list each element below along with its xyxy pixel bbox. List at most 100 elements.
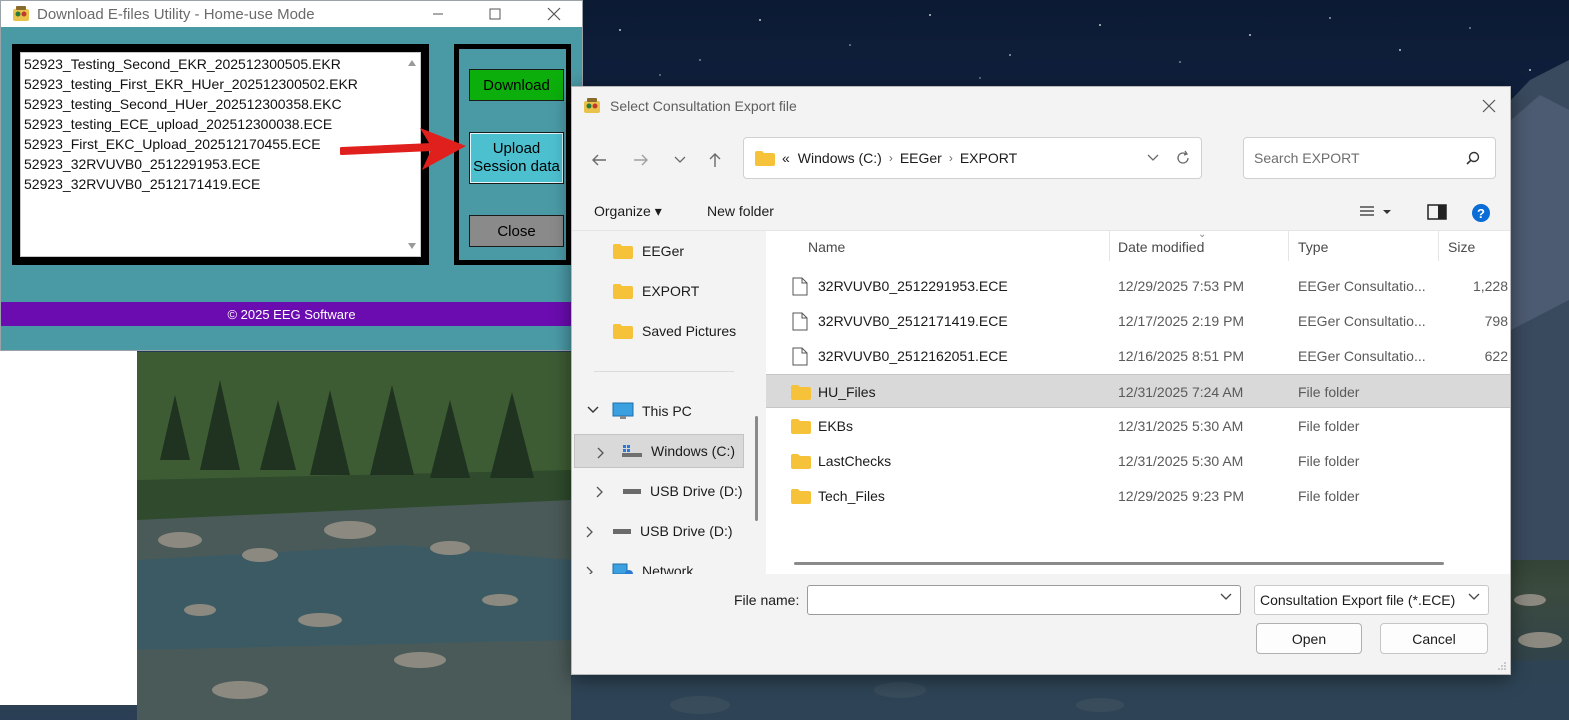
help-icon[interactable]: ? [1471, 203, 1491, 223]
forward-button[interactable] [628, 147, 654, 173]
chevron-right-icon[interactable] [586, 566, 594, 574]
chevron-down-icon[interactable] [1220, 593, 1232, 601]
table-row[interactable]: LastChecks 12/31/2025 5:30 AM File folde… [766, 444, 1510, 478]
maximize-button[interactable] [472, 1, 518, 27]
file-icon [792, 347, 808, 366]
list-item[interactable]: 52923_Testing_Second_EKR_202512300505.EK… [24, 56, 341, 76]
drive-icon [622, 445, 642, 457]
column-divider[interactable] [1288, 231, 1289, 261]
folder-icon [791, 489, 811, 504]
recent-locations-button[interactable] [667, 147, 693, 173]
upload-label-line1: Upload [492, 140, 541, 157]
resize-grip-icon[interactable] [1497, 661, 1507, 671]
download-button[interactable]: Download [469, 69, 564, 101]
nav-item-this-pc[interactable]: This PC [572, 394, 766, 428]
search-icon[interactable] [1465, 150, 1481, 166]
folder-icon [791, 454, 811, 469]
close-icon [547, 7, 561, 21]
list-item[interactable]: 52923_32RVUVB0_2512171419.ECE [24, 176, 260, 196]
chevron-right-icon[interactable] [586, 526, 594, 538]
nav-item-network[interactable]: Network [572, 554, 766, 574]
minimize-button[interactable] [415, 1, 461, 27]
file-date: 12/29/2025 9:23 PM [1118, 488, 1245, 504]
breadcrumb-export[interactable]: EXPORT [960, 150, 1017, 166]
organize-menu[interactable]: Organize ▾ [594, 203, 662, 220]
column-header-size[interactable]: Size [1448, 239, 1475, 255]
table-row[interactable]: 32RVUVB0_2512171419.ECE 12/17/2025 2:19 … [766, 304, 1510, 338]
close-window-button[interactable] [531, 1, 577, 27]
dialog-close-button[interactable] [1474, 91, 1504, 121]
upload-session-data-button[interactable]: Upload Session data [469, 132, 564, 184]
chevron-right-icon[interactable] [596, 486, 604, 498]
table-row[interactable]: 32RVUVB0_2512162051.ECE 12/16/2025 8:51 … [766, 339, 1510, 373]
dialog-title-bar[interactable]: Select Consultation Export file [572, 87, 1510, 125]
list-item[interactable]: 52923_testing_First_EKR_HUer_20251230050… [24, 76, 358, 96]
nav-item-usb-drive-d[interactable]: USB Drive (D:) [572, 514, 766, 548]
chevron-down-icon[interactable] [587, 406, 599, 414]
folder-icon [613, 323, 633, 339]
chevron-down-icon [674, 156, 686, 163]
nav-item-eeger[interactable]: EEGer [572, 234, 766, 268]
list-item[interactable]: 52923_testing_ECE_upload_202512300038.EC… [24, 116, 332, 136]
list-item[interactable]: 52923_First_EKC_Upload_202512170455.ECE [24, 136, 321, 156]
close-button[interactable]: Close [469, 215, 564, 247]
list-item[interactable]: 52923_32RVUVB0_2512291953.ECE [24, 156, 260, 176]
file-type-filter-select[interactable]: Consultation Export file (*.ECE) [1254, 585, 1489, 615]
svg-text:?: ? [1477, 206, 1485, 221]
nav-item-label: This PC [642, 403, 692, 419]
search-box[interactable] [1243, 137, 1496, 179]
cancel-button[interactable]: Cancel [1380, 623, 1488, 654]
chevron-right-icon[interactable] [597, 447, 605, 459]
refresh-icon[interactable] [1175, 150, 1191, 166]
column-header-name[interactable]: Name [808, 239, 845, 255]
table-row[interactable]: Tech_Files 12/29/2025 9:23 PM File folde… [766, 479, 1510, 513]
column-divider[interactable] [1109, 231, 1110, 261]
search-input[interactable] [1254, 150, 1454, 166]
folder-icon [613, 283, 633, 299]
scroll-up-icon[interactable] [407, 58, 417, 68]
column-header-type[interactable]: Type [1298, 239, 1328, 255]
breadcrumb-overflow[interactable]: « [782, 150, 790, 166]
chevron-down-icon[interactable] [1147, 154, 1159, 162]
table-row[interactable]: 32RVUVB0_2512291953.ECE 12/29/2025 7:53 … [766, 269, 1510, 303]
address-bar[interactable]: « Windows (C:) › EEGer › EXPORT [743, 137, 1202, 179]
nav-item-usb-drive-d[interactable]: USB Drive (D:) [572, 474, 766, 508]
column-header-date[interactable]: Date modified [1118, 239, 1204, 255]
list-item[interactable]: 52923_testing_Second_HUer_202512300358.E… [24, 96, 342, 116]
nav-item-label: EXPORT [642, 283, 700, 299]
breadcrumb-windows-c[interactable]: Windows (C:) [798, 150, 882, 166]
file-icon [792, 312, 808, 331]
nav-item-label: USB Drive (D:) [650, 483, 743, 499]
app-icon [584, 98, 600, 113]
breadcrumb-eeger[interactable]: EEGer [900, 150, 942, 166]
copyright-footer: © 2025 EEG Software [1, 302, 582, 326]
table-row-selected[interactable]: HU_Files 12/31/2025 7:24 AM File folder [766, 374, 1510, 408]
nav-item-label: Windows (C:) [651, 443, 736, 459]
preview-pane-icon[interactable] [1427, 203, 1447, 221]
folder-icon [791, 419, 811, 434]
scroll-down-icon[interactable] [407, 241, 417, 251]
dialog-title: Select Consultation Export file [610, 98, 797, 114]
open-button[interactable]: Open [1256, 623, 1362, 654]
file-name-label: File name: [734, 592, 800, 608]
table-row[interactable]: EKBs 12/31/2025 5:30 AM File folder [766, 409, 1510, 443]
nav-item-windows-c[interactable]: Windows (C:) [574, 434, 744, 468]
view-options-icon[interactable] [1359, 203, 1395, 221]
nav-item-saved-pictures[interactable]: Saved Pictures [572, 314, 766, 348]
file-size: 622 [1484, 348, 1508, 364]
back-button[interactable] [586, 147, 612, 173]
column-divider[interactable] [1438, 231, 1439, 261]
up-button[interactable] [702, 147, 728, 173]
nav-item-label: Saved Pictures [642, 323, 737, 339]
file-name-input[interactable] [814, 591, 1214, 607]
nav-pane-scrollbar[interactable] [755, 416, 758, 521]
nav-item-export[interactable]: EXPORT [572, 274, 766, 308]
file-type: File folder [1298, 453, 1360, 469]
file-name-combobox[interactable] [807, 585, 1241, 615]
new-folder-button[interactable]: New folder [707, 203, 774, 219]
file-type: EEGer Consultatio... [1298, 348, 1426, 364]
utility-title-bar[interactable]: Download E-files Utility - Home-use Mode [1, 1, 582, 27]
file-name: LastChecks [818, 453, 892, 469]
upload-label-line2: Session data [473, 158, 560, 175]
horizontal-scrollbar[interactable] [794, 562, 1444, 565]
